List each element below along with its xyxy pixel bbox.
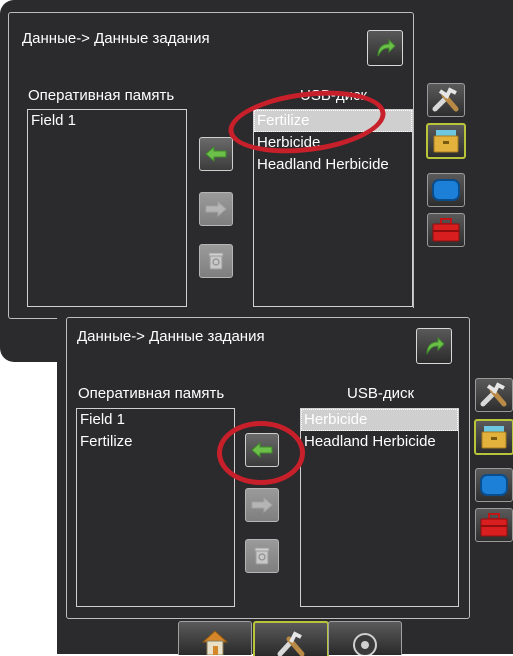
internal-memory-label: Оперативная память xyxy=(28,87,175,104)
toolbox-icon xyxy=(432,218,460,242)
toolbox-side-button[interactable] xyxy=(475,508,513,542)
tab-speedometer[interactable] xyxy=(328,621,402,655)
highlight-ring xyxy=(217,421,305,485)
delete-button[interactable] xyxy=(245,539,279,573)
list-item[interactable]: Headland Herbicide xyxy=(254,154,412,176)
tools-side-button[interactable] xyxy=(475,378,513,412)
speedometer-icon xyxy=(353,633,377,655)
confirm-button[interactable] xyxy=(367,30,403,66)
list-item[interactable]: Fertilize xyxy=(77,431,234,453)
display-side-button[interactable] xyxy=(475,468,513,502)
data-side-button[interactable] xyxy=(426,123,466,159)
tools-icon xyxy=(277,631,305,656)
return-arrow-icon xyxy=(377,38,396,57)
bottom-tab-bar xyxy=(178,621,424,656)
copy-to-usb-button[interactable] xyxy=(245,488,279,522)
tab-home[interactable] xyxy=(178,621,252,655)
trash-icon xyxy=(208,252,224,270)
copy-to-usb-button[interactable] xyxy=(199,192,233,226)
list-item[interactable]: Headland Herbicide xyxy=(301,431,458,453)
tools-icon xyxy=(432,87,459,112)
display-side-button[interactable] xyxy=(427,173,465,207)
data-side-button[interactable] xyxy=(474,419,513,455)
list-item-label: Herbicide xyxy=(304,411,368,428)
display-icon xyxy=(480,474,508,496)
list-item[interactable]: Field 1 xyxy=(28,110,186,132)
usb-label: USB-диск xyxy=(347,385,415,402)
confirm-button[interactable] xyxy=(416,328,452,364)
internal-memory-list[interactable]: Field 1 xyxy=(27,109,187,307)
list-item[interactable]: Field 1 xyxy=(77,409,234,431)
tab-tools[interactable] xyxy=(253,621,329,656)
internal-memory-list[interactable]: Field 1 Fertilize xyxy=(76,408,235,607)
home-icon xyxy=(201,630,229,655)
list-item-selected[interactable]: Herbicide xyxy=(301,409,458,431)
storage-drawer-icon xyxy=(433,130,459,153)
breadcrumb: Данные-> Данные задания xyxy=(22,30,210,47)
return-arrow-icon xyxy=(426,336,445,355)
tools-icon xyxy=(480,382,507,407)
internal-memory-label: Оперативная память xyxy=(78,385,225,402)
toolbox-side-button[interactable] xyxy=(427,213,465,247)
arrow-left-icon xyxy=(205,146,227,162)
storage-drawer-icon xyxy=(481,426,507,449)
copy-to-internal-button[interactable] xyxy=(199,137,233,171)
bottom-screen: Данные-> Данные задания Оперативная памя… xyxy=(57,308,513,654)
tools-side-button[interactable] xyxy=(427,83,465,117)
arrow-right-icon xyxy=(205,201,227,217)
display-icon xyxy=(432,179,460,201)
breadcrumb: Данные-> Данные задания xyxy=(77,328,265,345)
trash-icon xyxy=(254,547,270,565)
toolbox-icon xyxy=(480,513,508,537)
usb-list[interactable]: Herbicide Headland Herbicide xyxy=(300,408,459,607)
delete-button[interactable] xyxy=(199,244,233,278)
arrow-right-icon xyxy=(251,497,273,513)
